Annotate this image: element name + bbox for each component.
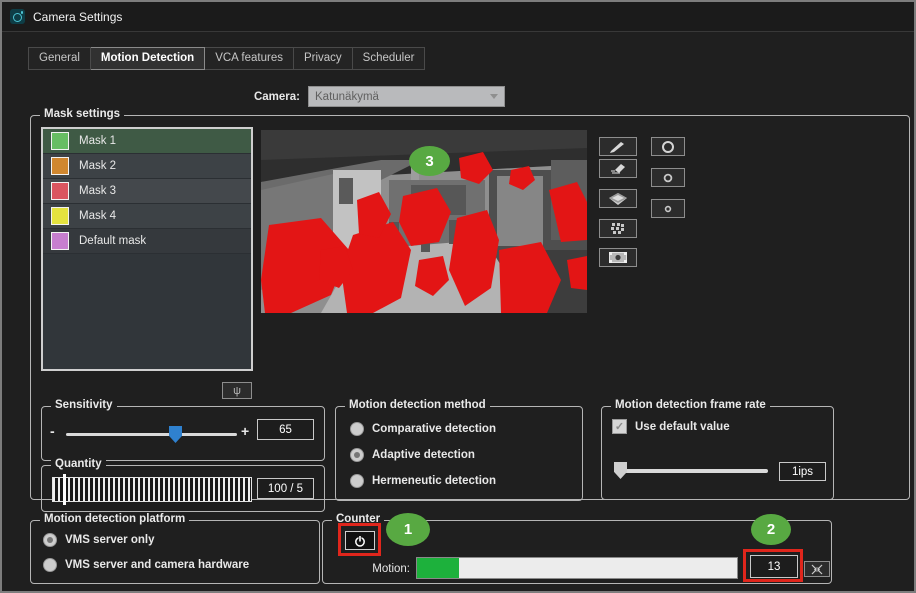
mask-list-item[interactable]: Mask 4: [43, 204, 251, 229]
radio-icon[interactable]: [43, 558, 57, 572]
mask-label: Default mask: [79, 235, 146, 247]
motion-label: Motion:: [348, 563, 410, 575]
mask-label: Mask 3: [79, 185, 116, 197]
mask-list: Mask 1 Mask 2 Mask 3 Mask 4 Default mask: [41, 127, 253, 371]
mask-list-item[interactable]: Mask 3: [43, 179, 251, 204]
frame-rate-legend: Motion detection frame rate: [611, 399, 770, 411]
sensitivity-plus[interactable]: +: [241, 423, 249, 439]
motion-detection-frame-rate-group: Motion detection frame rate ✓ Use defaul…: [601, 406, 834, 500]
full-frame-button[interactable]: [599, 248, 637, 267]
tab-privacy[interactable]: Privacy: [294, 47, 353, 70]
highlight-box-counter-value: [743, 549, 803, 582]
tab-vca-features[interactable]: VCA features: [205, 47, 294, 70]
tab-general[interactable]: General: [28, 47, 91, 70]
erase-all-button[interactable]: [599, 189, 637, 208]
radio-adaptive-detection[interactable]: Adaptive detection: [350, 448, 475, 462]
method-legend: Motion detection method: [345, 399, 490, 411]
quantity-legend: Quantity: [51, 458, 106, 470]
motion-progress-bar: [416, 557, 738, 579]
pencil-icon: [609, 141, 627, 153]
radio-icon[interactable]: [43, 533, 57, 547]
motion-detection-platform-group: Motion detection platform VMS server onl…: [30, 520, 320, 584]
camera-app-icon: [10, 9, 25, 24]
mask-color-swatch: [51, 232, 69, 250]
platform-legend: Motion detection platform: [40, 513, 189, 525]
mask-label: Mask 1: [79, 135, 116, 147]
mask-color-swatch: [51, 207, 69, 225]
brush-size-medium-button[interactable]: [651, 168, 685, 187]
radio-hermeneutic-detection[interactable]: Hermeneutic detection: [350, 474, 496, 488]
checkbox-label: Use default value: [635, 421, 730, 433]
erase-mask-button[interactable]: [599, 159, 637, 178]
radio-vms-server-and-camera-hardware[interactable]: VMS server and camera hardware: [43, 558, 249, 572]
radio-label: VMS server and camera hardware: [65, 559, 249, 571]
tab-bar: General Motion Detection VCA features Pr…: [28, 47, 425, 70]
chevron-down-icon: [490, 94, 498, 99]
camera-label: Camera:: [232, 91, 300, 103]
radio-icon[interactable]: [350, 422, 364, 436]
draw-mask-button[interactable]: [599, 137, 637, 156]
camera-dropdown-value: Katunäkymä: [315, 91, 379, 103]
window-title: Camera Settings: [33, 10, 122, 24]
wand-icon: ψ: [233, 385, 241, 397]
reset-counter-icon: [811, 564, 823, 575]
mask-label: Mask 4: [79, 210, 116, 222]
mask-color-swatch: [51, 157, 69, 175]
apply-mask-button[interactable]: ψ: [222, 382, 252, 399]
use-default-value-option[interactable]: ✓ Use default value: [612, 419, 730, 434]
sensitivity-minus[interactable]: -: [50, 423, 55, 439]
mask-color-swatch: [51, 182, 69, 200]
annotation-badge-2: 2: [751, 514, 791, 545]
highlight-box-power-button: [338, 523, 381, 556]
camera-dropdown[interactable]: Katunäkymä: [308, 86, 505, 107]
frame-rate-value[interactable]: 1ips: [779, 462, 826, 481]
counter-reset-button[interactable]: [804, 561, 830, 577]
radio-comparative-detection[interactable]: Comparative detection: [350, 422, 496, 436]
camera-settings-window: Camera Settings General Motion Detection…: [0, 0, 916, 593]
select-frame-icon: [608, 251, 628, 264]
brush-large-icon: [661, 140, 675, 154]
brush-size-large-button[interactable]: [651, 137, 685, 156]
sensitivity-slider[interactable]: [66, 419, 237, 449]
erase-all-icon: [608, 192, 628, 206]
mask-color-swatch: [51, 132, 69, 150]
annotation-badge-3: 3: [409, 146, 450, 176]
radio-label: Comparative detection: [372, 423, 496, 435]
quantity-value[interactable]: 100 / 5: [257, 478, 314, 499]
motion-progress-fill: [417, 558, 459, 578]
frame-rate-slider[interactable]: [614, 455, 770, 483]
sensitivity-legend: Sensitivity: [51, 399, 117, 411]
radio-label: Adaptive detection: [372, 449, 475, 461]
brush-medium-icon: [662, 172, 674, 184]
fill-pattern-icon: [609, 222, 627, 235]
radio-label: VMS server only: [65, 534, 154, 546]
frame-rate-slider-thumb[interactable]: [614, 462, 627, 479]
quantity-slider-marker[interactable]: [63, 474, 66, 505]
mask-list-item[interactable]: Mask 2: [43, 154, 251, 179]
mask-list-item[interactable]: Default mask: [43, 229, 251, 254]
tab-scheduler[interactable]: Scheduler: [353, 47, 426, 70]
radio-label: Hermeneutic detection: [372, 475, 496, 487]
title-bar: Camera Settings: [2, 2, 914, 32]
checkbox-checked-icon[interactable]: ✓: [612, 419, 627, 434]
motion-detection-method-group: Motion detection method Comparative dete…: [335, 406, 583, 501]
annotation-badge-1: 1: [386, 513, 430, 546]
brush-size-small-button[interactable]: [651, 199, 685, 218]
radio-icon[interactable]: [350, 474, 364, 488]
quantity-group: Quantity 100 / 5: [41, 465, 325, 512]
mask-settings-group: Mask settings Mask 1 Mask 2 Mask 3 Mask …: [30, 115, 910, 500]
radio-vms-server-only[interactable]: VMS server only: [43, 533, 154, 547]
quantity-slider[interactable]: [52, 477, 252, 502]
eraser-icon: [609, 162, 627, 175]
sensitivity-value[interactable]: 65: [257, 419, 314, 440]
sensitivity-slider-thumb[interactable]: [169, 426, 182, 443]
brush-small-icon: [663, 204, 673, 214]
mask-list-item[interactable]: Mask 1: [43, 129, 251, 154]
radio-icon[interactable]: [350, 448, 364, 462]
tab-motion-detection[interactable]: Motion Detection: [91, 47, 205, 70]
mask-label: Mask 2: [79, 160, 116, 172]
sensitivity-group: Sensitivity - + 65: [41, 406, 325, 461]
fill-mask-button[interactable]: [599, 219, 637, 238]
mask-settings-legend: Mask settings: [40, 108, 124, 120]
